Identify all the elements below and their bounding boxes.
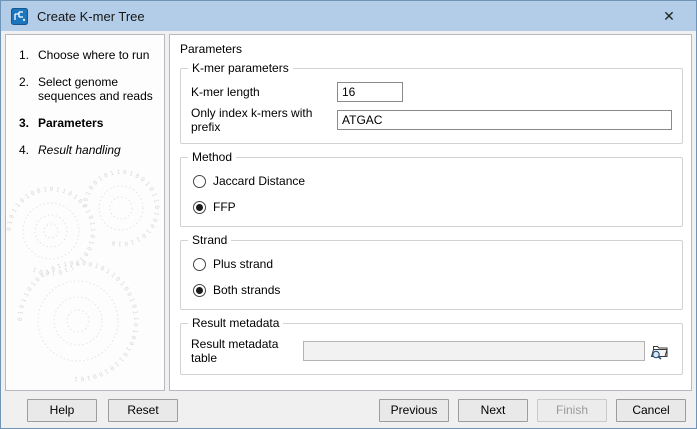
kmer-length-row: K-mer length xyxy=(191,82,672,102)
step-number: 4. xyxy=(19,143,38,157)
step-label: Select genome sequences and reads xyxy=(38,75,158,103)
group-kmer-parameters: K-mer parameters K-mer length Only index… xyxy=(180,68,683,144)
step-label: Choose where to run xyxy=(38,48,158,62)
kmer-prefix-input[interactable] xyxy=(337,110,672,130)
result-metadata-table-label: Result metadata table xyxy=(191,337,303,365)
title-bar[interactable]: Create K-mer Tree ✕ xyxy=(1,1,696,31)
close-icon[interactable]: ✕ xyxy=(652,1,686,31)
wizard-step-result-handling: 4. Result handling xyxy=(19,143,158,157)
panel-header: Parameters xyxy=(180,42,683,56)
cancel-button[interactable]: Cancel xyxy=(616,399,686,422)
help-button[interactable]: Help xyxy=(27,399,97,422)
radio-jaccard-distance[interactable]: Jaccard Distance xyxy=(193,174,672,188)
step-number: 3. xyxy=(19,116,38,130)
radio-icon[interactable] xyxy=(193,175,206,188)
kmer-prefix-label: Only index k-mers with prefix xyxy=(191,106,337,134)
app-icon xyxy=(11,8,28,25)
next-button[interactable]: Next xyxy=(458,399,528,422)
group-title: Strand xyxy=(188,233,231,247)
svg-text:1010010110100101101001011010: 1010010110100101101001011010 xyxy=(82,169,160,247)
svg-text:010110100101101001011010010110: 0101101001011010010110100101101001 xyxy=(6,186,96,276)
result-metadata-table-input[interactable] xyxy=(303,341,645,361)
window-title: Create K-mer Tree xyxy=(37,9,145,24)
wizard-step-choose-where-to-run: 1. Choose where to run xyxy=(19,48,158,62)
wizard-step-list: 1. Choose where to run 2. Select genome … xyxy=(6,35,164,157)
radio-ffp[interactable]: FFP xyxy=(193,200,672,214)
group-title: Result metadata xyxy=(188,316,283,330)
radio-icon[interactable] xyxy=(193,258,206,271)
radio-label[interactable]: Both strands xyxy=(213,283,280,297)
kmer-length-input[interactable] xyxy=(337,82,403,102)
radio-label[interactable]: Plus strand xyxy=(213,257,273,271)
spiral-watermark: 0101101001011010010110100101101001 10100… xyxy=(6,156,165,386)
finish-button: Finish xyxy=(537,399,607,422)
radio-label[interactable]: FFP xyxy=(213,200,236,214)
group-title: Method xyxy=(188,150,236,164)
group-method: Method Jaccard Distance FFP xyxy=(180,157,683,227)
folder-search-icon[interactable] xyxy=(648,340,672,362)
parameters-panel: Parameters K-mer parameters K-mer length… xyxy=(169,34,692,391)
dialog-button-bar: Help Reset Previous Next Finish Cancel xyxy=(1,392,696,428)
group-result-metadata: Result metadata Result metadata table xyxy=(180,323,683,375)
radio-plus-strand[interactable]: Plus strand xyxy=(193,257,672,271)
wizard-steps-panel: 1. Choose where to run 2. Select genome … xyxy=(5,34,165,391)
wizard-step-select-genome-sequences: 2. Select genome sequences and reads xyxy=(19,75,158,103)
radio-label[interactable]: Jaccard Distance xyxy=(213,174,305,188)
step-number: 2. xyxy=(19,75,38,103)
step-label: Parameters xyxy=(38,116,158,130)
result-metadata-row: Result metadata table xyxy=(191,337,672,365)
svg-text:010110100101101001011010010110: 0101101001011010010110100101101001011010… xyxy=(17,260,139,382)
step-label: Result handling xyxy=(38,143,158,157)
radio-icon[interactable] xyxy=(193,284,206,297)
kmer-length-label: K-mer length xyxy=(191,85,337,99)
step-number: 1. xyxy=(19,48,38,62)
right-button-group: Previous Next Finish Cancel xyxy=(379,399,686,422)
kmer-prefix-row: Only index k-mers with prefix xyxy=(191,106,672,134)
create-kmer-tree-dialog: Create K-mer Tree ✕ 1. Choose where to r… xyxy=(0,0,697,429)
previous-button[interactable]: Previous xyxy=(379,399,449,422)
radio-icon[interactable] xyxy=(193,201,206,214)
group-title: K-mer parameters xyxy=(188,61,293,75)
group-strand: Strand Plus strand Both strands xyxy=(180,240,683,310)
left-button-group: Help Reset xyxy=(27,399,178,422)
wizard-step-parameters: 3. Parameters xyxy=(19,116,158,130)
reset-button[interactable]: Reset xyxy=(108,399,178,422)
radio-both-strands[interactable]: Both strands xyxy=(193,283,672,297)
